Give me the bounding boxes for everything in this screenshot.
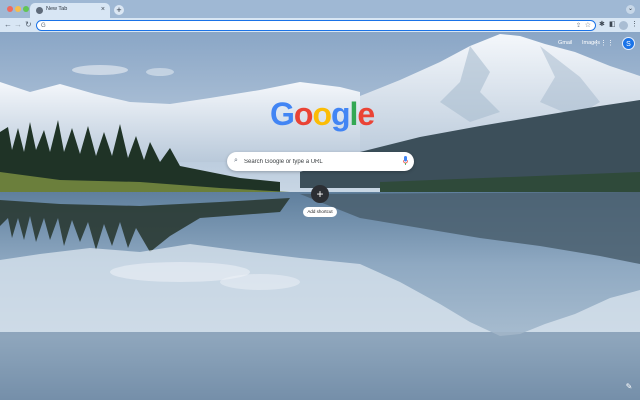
customize-pencil-icon[interactable]: ✎ [624,382,634,392]
minimize-window-button[interactable] [15,6,21,12]
new-tab-button[interactable]: + [114,5,124,15]
microphone-icon[interactable] [403,156,408,165]
apps-grid-icon[interactable]: ⋮⋮⋮ [593,39,614,47]
side-panel-icon[interactable]: ◧ [609,20,616,30]
tab-new-tab[interactable]: New Tab × [30,3,110,18]
profile-avatar[interactable] [619,20,628,30]
address-input[interactable] [49,20,569,30]
logo-letter: o [312,96,332,132]
gmail-link[interactable]: Gmail [558,40,572,46]
account-avatar[interactable]: S [622,37,635,50]
add-shortcut[interactable]: + Add shortcut [303,185,337,221]
tab-search-button[interactable]: ⌄ [626,5,635,14]
maximize-window-button[interactable] [23,6,29,12]
extensions-puzzle-icon[interactable]: ✱ [599,20,605,30]
omnibox[interactable]: G ⇪ ☆ [36,19,596,31]
logo-letter: G [270,96,295,132]
toolbar: ← → ↻ G ⇪ ☆ ✱ ◧ ⋮ [0,18,640,32]
bookmark-star-icon[interactable]: ☆ [585,21,591,30]
plus-icon[interactable]: + [311,185,329,203]
search-input[interactable] [244,155,394,168]
logo-letter: e [357,96,375,132]
logo-letter: o [293,96,314,132]
chrome-logo-icon [36,7,43,14]
search-icon: ⌕ [234,157,238,164]
logo-letter: g [330,96,351,132]
share-icon[interactable]: ⇪ [576,22,581,30]
forward-arrow-icon[interactable]: → [14,19,22,31]
more-menu-icon[interactable]: ⋮ [631,20,638,30]
google-logo: Google [270,96,375,136]
back-arrow-icon[interactable]: ← [4,19,12,31]
new-tab-page: Gmail Images ⋮⋮⋮ S Google ⌕ + Add shortc… [0,32,640,400]
close-window-button[interactable] [7,6,13,12]
google-g-icon: G [41,22,46,29]
tab-title: New Tab [46,6,68,12]
reload-icon[interactable]: ↻ [25,19,32,31]
add-shortcut-label: Add shortcut [303,207,337,217]
search-box[interactable]: ⌕ [227,152,414,171]
tab-strip: New Tab × + ⌄ [0,0,640,18]
close-tab-icon[interactable]: × [101,5,105,15]
